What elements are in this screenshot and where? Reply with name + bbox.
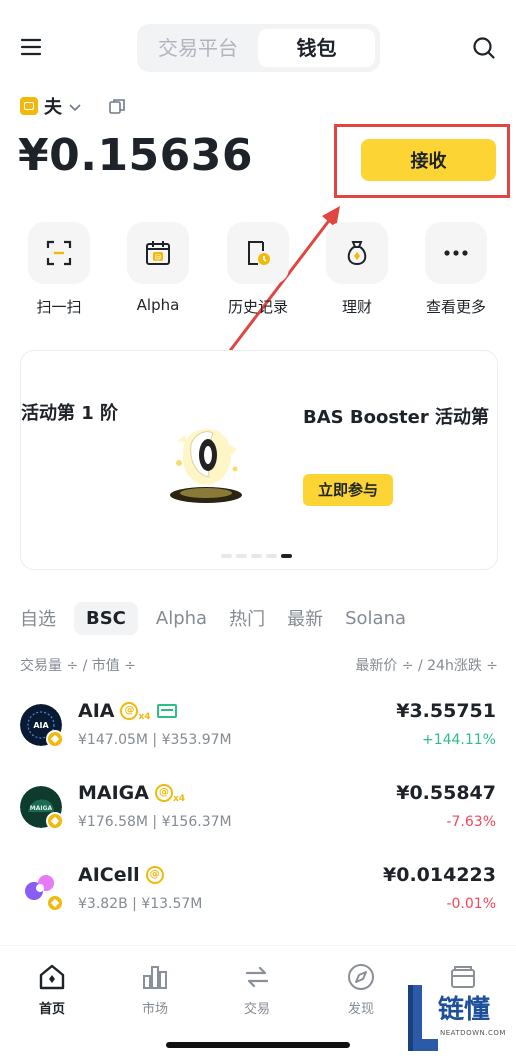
token-symbol: AIA bbox=[78, 700, 115, 722]
quick-action-alpha[interactable]: @ Alpha bbox=[108, 222, 208, 314]
token-symbol: MAIGA bbox=[78, 782, 149, 804]
home-indicator bbox=[166, 1042, 350, 1048]
account-name: 夫 bbox=[44, 97, 62, 118]
token-volume-mcap: ¥3.82B | ¥13.57M bbox=[78, 896, 203, 912]
chevron-down-icon bbox=[68, 99, 82, 113]
banner-left-text: 活动第 1 阶 bbox=[21, 403, 119, 424]
quick-action-earn[interactable]: 理财 bbox=[307, 222, 407, 317]
menu-icon[interactable] bbox=[20, 36, 42, 58]
alpha-calendar-icon: @ bbox=[127, 222, 189, 284]
quick-action-scan[interactable]: 扫一扫 bbox=[9, 222, 109, 317]
tab-solana[interactable]: Solana bbox=[345, 608, 406, 629]
bsc-chain-icon bbox=[46, 730, 64, 748]
discover-icon bbox=[346, 962, 376, 992]
total-balance: ¥0.15636 bbox=[18, 130, 254, 181]
nav-discover[interactable]: 发现 bbox=[326, 962, 396, 1017]
earn-bag-icon bbox=[326, 222, 388, 284]
watermark-l-icon bbox=[408, 985, 438, 1051]
token-row-aia[interactable]: AIA AIA @ x4 ¥147.05M | ¥353.97M ¥3.55751… bbox=[20, 700, 496, 760]
alpha-tag-icon: @ bbox=[154, 784, 173, 802]
market-tabs: 自选 BSC Alpha 热门 最新 Solana bbox=[20, 600, 428, 636]
join-now-button[interactable]: 立即参与 bbox=[303, 474, 393, 506]
account-selector[interactable]: 夫 bbox=[20, 92, 126, 120]
alpha-tag-icon: @ bbox=[145, 866, 164, 884]
mode-switch: 交易平台 钱包 bbox=[137, 24, 380, 72]
market-icon bbox=[140, 962, 170, 992]
nav-trade[interactable]: 交易 bbox=[222, 962, 292, 1017]
tab-favorites[interactable]: 自选 bbox=[20, 605, 56, 631]
carousel-dot[interactable] bbox=[266, 554, 277, 558]
nav-home[interactable]: 首页 bbox=[17, 962, 87, 1017]
token-volume-mcap: ¥176.58M | ¥156.37M bbox=[78, 814, 232, 830]
x4-multiplier-badge: x4 bbox=[138, 712, 151, 722]
bsc-chain-icon bbox=[46, 812, 64, 830]
alpha-tag-icon: @ bbox=[120, 702, 139, 720]
watermark-logo: 链懂 NEATDOWN.COM bbox=[398, 985, 516, 1057]
tab-bsc[interactable]: BSC bbox=[74, 601, 138, 635]
carousel-dot-active[interactable] bbox=[281, 554, 292, 558]
more-icon bbox=[425, 222, 487, 284]
copy-icon[interactable] bbox=[108, 97, 126, 115]
tab-newest[interactable]: 最新 bbox=[287, 605, 323, 631]
carousel-dot[interactable] bbox=[236, 554, 247, 558]
tab-wallet[interactable]: 钱包 bbox=[258, 29, 375, 67]
promo-banner[interactable]: 活动第 1 阶 BAS Booster 活动第 立即参与 bbox=[20, 350, 498, 570]
bsc-chain-icon bbox=[46, 894, 64, 912]
history-icon bbox=[227, 222, 289, 284]
scan-icon bbox=[28, 222, 90, 284]
tab-hot[interactable]: 热门 bbox=[229, 605, 265, 631]
wallet-badge-icon bbox=[20, 97, 38, 115]
sort-volume-mcap[interactable]: 交易量 ÷ / 市值 ÷ bbox=[20, 655, 136, 675]
green-box-tag-icon bbox=[156, 704, 177, 718]
nav-market[interactable]: 市场 bbox=[120, 962, 190, 1017]
booster-illustration bbox=[170, 429, 242, 503]
svg-text:@: @ bbox=[155, 254, 162, 262]
search-icon[interactable] bbox=[472, 36, 496, 60]
x4-multiplier-badge: x4 bbox=[172, 794, 186, 804]
token-price: ¥0.014223 bbox=[383, 864, 496, 886]
banner-right-text: BAS Booster 活动第 bbox=[303, 407, 490, 428]
svg-text:MAIGA: MAIGA bbox=[30, 805, 53, 812]
token-price: ¥3.55751 bbox=[396, 700, 496, 722]
token-change: -7.63% bbox=[446, 814, 496, 830]
token-symbol: AICell bbox=[78, 864, 140, 886]
token-row-aicell[interactable]: AICell @ ¥3.82B | ¥13.57M ¥0.014223 -0.0… bbox=[20, 864, 496, 924]
tab-exchange[interactable]: 交易平台 bbox=[141, 29, 255, 67]
sort-price-change[interactable]: 最新价 ÷ / 24h涨跌 ÷ bbox=[355, 655, 498, 675]
token-change: +144.11% bbox=[421, 732, 496, 748]
token-price: ¥0.55847 bbox=[396, 782, 496, 804]
quick-action-more[interactable]: 查看更多 bbox=[406, 222, 506, 317]
token-row-maiga[interactable]: MAIGA MAIGA @ x4 ¥176.58M | ¥156.37M ¥0.5… bbox=[20, 782, 496, 842]
carousel-dot[interactable] bbox=[251, 554, 262, 558]
token-volume-mcap: ¥147.05M | ¥353.97M bbox=[78, 732, 232, 748]
svg-text:AIA: AIA bbox=[33, 721, 49, 730]
carousel-dot[interactable] bbox=[221, 554, 232, 558]
quick-action-history[interactable]: 历史记录 bbox=[208, 222, 308, 317]
annotation-highlight-box bbox=[334, 124, 510, 198]
home-icon bbox=[37, 962, 67, 992]
trade-icon bbox=[242, 962, 272, 992]
tab-alpha[interactable]: Alpha bbox=[156, 608, 207, 629]
carousel-dots bbox=[221, 554, 292, 558]
token-change: -0.01% bbox=[446, 896, 496, 912]
